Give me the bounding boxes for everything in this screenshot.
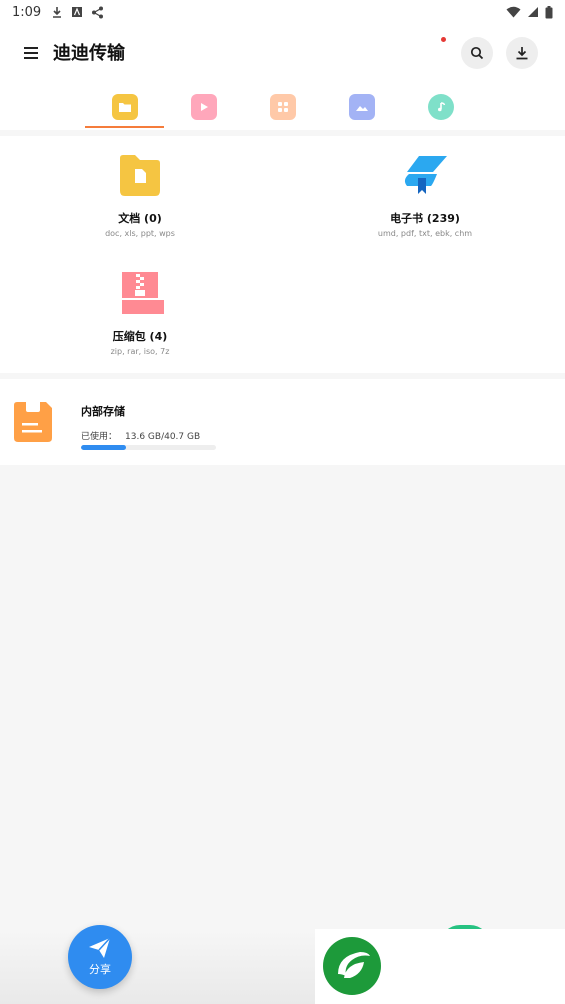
storage-title: 内部存储: [81, 405, 125, 418]
menu-icon[interactable]: [20, 42, 42, 64]
video-icon: [201, 103, 208, 111]
apps-icon: [278, 102, 288, 112]
category-extensions: doc, xls, ppt, wps: [105, 229, 175, 238]
app-title: 迪迪传输: [53, 43, 125, 64]
download-status-icon: [53, 7, 62, 18]
category-extensions: umd, pdf, txt, ebk, chm: [377, 229, 473, 238]
share-button[interactable]: 分享: [68, 925, 132, 989]
category-documents[interactable]: 文档 (0) doc, xls, ppt, wps: [40, 152, 240, 238]
app-status-icon: [72, 7, 83, 17]
folder-icon: [119, 103, 131, 112]
category-grid: 文档 (0) doc, xls, ppt, wps 电子书 (239) umd,…: [0, 136, 565, 373]
storage-used-label: 已使用：: [81, 432, 118, 442]
storage-icon: [14, 402, 52, 442]
category-name: 电子书 (239): [390, 212, 460, 225]
search-button[interactable]: [461, 37, 493, 69]
category-tabs: [0, 82, 565, 130]
download-button[interactable]: [506, 37, 538, 69]
tab-apps[interactable]: [270, 94, 296, 120]
ebook-icon: [404, 156, 447, 194]
category-ebooks[interactable]: 电子书 (239) umd, pdf, txt, ebk, chm: [325, 152, 525, 238]
category-name: 文档 (0): [118, 212, 162, 225]
category-archives[interactable]: 压缩包 (4) zip, rar, iso, 7z: [40, 270, 240, 356]
storage-used-value: 13.6 GB/40.7 GB: [125, 432, 201, 442]
notification-dot: [441, 37, 446, 42]
music-icon: [438, 102, 446, 112]
download-icon: [516, 47, 528, 60]
search-icon: [470, 46, 484, 60]
tab-indicator: [85, 126, 164, 128]
share-label: 分享: [89, 963, 111, 976]
archive-icon: [122, 272, 166, 314]
storage-progress-fill: [81, 445, 127, 450]
tab-images[interactable]: [349, 94, 375, 120]
app-bar: 迪迪传输: [0, 24, 565, 82]
tab-music[interactable]: [428, 94, 454, 120]
storage-usage-text: 已使用： 13.6 GB/40.7 GB: [81, 429, 200, 442]
category-name: 压缩包 (4): [112, 330, 168, 343]
battery-icon: [545, 5, 553, 18]
documents-folder-icon: [120, 155, 160, 196]
status-time: 1:09: [12, 4, 42, 20]
category-extensions: zip, rar, iso, 7z: [110, 347, 170, 356]
status-bar: 1:09: [0, 0, 565, 24]
tab-documents[interactable]: [112, 94, 138, 120]
leaf-logo-icon: [323, 937, 381, 995]
share-status-icon: [92, 6, 104, 18]
internal-storage-card[interactable]: 内部存储 已使用： 13.6 GB/40.7 GB: [0, 379, 565, 465]
image-icon: [356, 106, 368, 111]
signal-icon: [528, 7, 538, 17]
storage-progress-bar: [81, 445, 216, 450]
send-icon: [89, 937, 111, 958]
wifi-icon: [506, 6, 521, 18]
tab-videos[interactable]: [191, 94, 217, 120]
